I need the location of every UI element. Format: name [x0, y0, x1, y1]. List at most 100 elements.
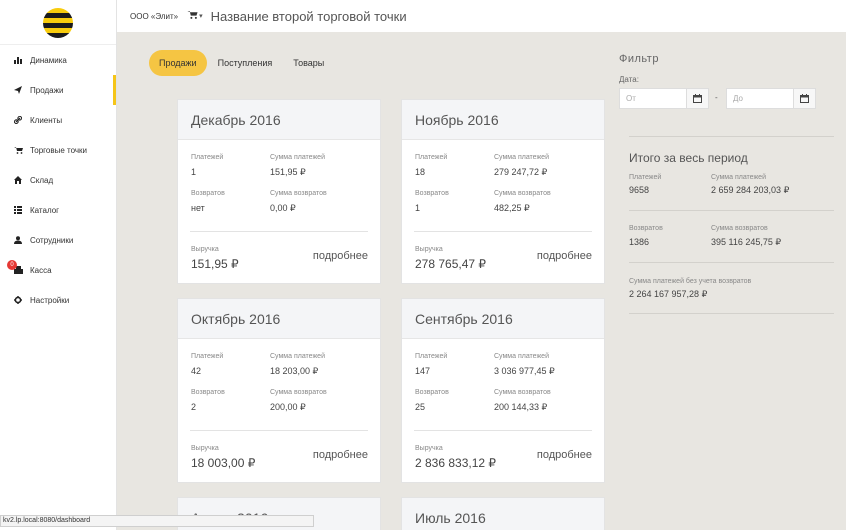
cart-icon	[13, 145, 23, 155]
tab-postupleniya[interactable]: Поступления	[208, 50, 283, 76]
card-title: Октябрь 2016	[178, 299, 380, 339]
tab-tovary[interactable]: Товары	[283, 50, 334, 76]
returns-label: Возвратов	[191, 389, 225, 396]
divider	[629, 262, 834, 263]
returns-label: Возвратов	[191, 190, 225, 197]
sidebar-item-label: Настройки	[30, 295, 70, 305]
tabs: Продажи Поступления Товары	[149, 50, 335, 76]
sidebar-item-label: Продажи	[30, 85, 64, 95]
sidebar-item-sklad[interactable]: Склад	[0, 165, 116, 195]
sidebar-item-kassa[interactable]: 0 Касса	[0, 255, 116, 285]
returns-label: Возвратов	[415, 190, 449, 197]
summary-returns-sum-value: 395 116 245,75 ₽	[711, 237, 782, 247]
divider	[190, 231, 368, 232]
sidebar-item-torgovye-tochki[interactable]: Торговые точки	[0, 135, 116, 165]
payments-label: Платежей	[191, 353, 224, 360]
sidebar-nav: Динамика Продажи Клиенты Торговые точки …	[0, 45, 116, 315]
summary-title: Итого за весь период	[629, 151, 748, 165]
payments-label: Платежей	[415, 353, 448, 360]
sidebar-item-nastroyki[interactable]: Настройки	[0, 285, 116, 315]
details-link[interactable]: подробнее	[537, 250, 592, 262]
card-title: Ноябрь 2016	[402, 100, 604, 140]
user-icon	[13, 235, 23, 245]
cart-icon[interactable]	[187, 10, 198, 22]
notification-badge: 0	[7, 260, 17, 270]
sidebar-item-label: Динамика	[30, 55, 67, 65]
date-from-placeholder: От	[626, 94, 636, 103]
date-to-field[interactable]: До	[726, 88, 816, 109]
payments-value: 42	[191, 366, 202, 376]
sum-value: 151,95 ₽	[270, 167, 306, 177]
company-name[interactable]: ООО «Элит»	[130, 12, 178, 21]
card-title: Сентябрь 2016	[402, 299, 604, 339]
returns-sum-value: 482,25 ₽	[494, 203, 530, 213]
filter-title: Фильтр	[619, 53, 659, 65]
returns-value: 1	[415, 203, 421, 213]
summary-sum-label: Сумма платежей	[711, 174, 766, 181]
details-link[interactable]: подробнее	[537, 449, 592, 461]
summary-net-value: 2 264 167 957,28 ₽	[629, 289, 708, 299]
returns-label: Возвратов	[415, 389, 449, 396]
returns-sum-label: Сумма возвратов	[270, 190, 327, 197]
details-link[interactable]: подробнее	[313, 250, 368, 262]
revenue-label: Выручка	[415, 246, 443, 253]
sidebar-item-katalog[interactable]: Каталог	[0, 195, 116, 225]
revenue-label: Выручка	[191, 246, 219, 253]
month-card: Ноябрь 2016 Платежей 18 Сумма платежей 2…	[401, 99, 605, 284]
sum-value: 18 203,00 ₽	[270, 366, 319, 376]
returns-sum-label: Сумма возвратов	[494, 190, 551, 197]
summary-returns-sum-label: Сумма возвратов	[711, 225, 768, 232]
send-icon	[13, 85, 23, 95]
returns-value: 25	[415, 402, 426, 412]
beeline-logo[interactable]	[43, 8, 73, 38]
revenue-value: 2 836 833,12 ₽	[415, 456, 497, 470]
sidebar-item-label: Склад	[30, 175, 54, 185]
revenue-label: Выручка	[415, 445, 443, 452]
calendar-icon[interactable]	[793, 89, 815, 108]
sum-value: 3 036 977,45 ₽	[494, 366, 555, 376]
sidebar-item-label: Сотрудники	[30, 235, 74, 245]
chevron-down-icon[interactable]: ▾	[199, 12, 203, 20]
returns-sum-label: Сумма возвратов	[494, 389, 551, 396]
returns-value: нет	[191, 203, 205, 213]
sidebar-item-label: Торговые точки	[30, 145, 88, 155]
tab-prodazhi[interactable]: Продажи	[149, 50, 207, 76]
returns-sum-value: 200 144,33 ₽	[494, 402, 548, 412]
payments-label: Платежей	[191, 154, 224, 161]
revenue-label: Выручка	[191, 445, 219, 452]
sidebar-item-prodazhi[interactable]: Продажи	[0, 75, 116, 105]
revenue-value: 151,95 ₽	[191, 257, 239, 271]
month-card: Декабрь 2016 Платежей 1 Сумма платежей 1…	[177, 99, 381, 284]
status-url: kv2.lp.local:8080/dashboard	[0, 515, 314, 527]
divider	[414, 231, 592, 232]
details-link[interactable]: подробнее	[313, 449, 368, 461]
month-card: Июль 2016	[401, 497, 605, 530]
divider	[190, 430, 368, 431]
payments-value: 1	[191, 167, 197, 177]
payments-value: 147	[415, 366, 431, 376]
store-title: Название второй торговой точки	[210, 8, 407, 24]
divider	[629, 210, 834, 211]
sidebar-item-label: Касса	[30, 265, 52, 275]
payments-value: 18	[415, 167, 426, 177]
returns-sum-label: Сумма возвратов	[270, 389, 327, 396]
top-header: ООО «Элит» ▾ Название второй торговой то…	[117, 0, 846, 32]
summary-returns-value: 1386	[629, 237, 650, 247]
revenue-value: 18 003,00 ₽	[191, 456, 256, 470]
returns-sum-value: 200,00 ₽	[270, 402, 306, 412]
returns-value: 2	[191, 402, 197, 412]
divider	[629, 313, 834, 314]
summary-sum-value: 2 659 284 203,03 ₽	[711, 185, 790, 195]
calendar-icon[interactable]	[686, 89, 708, 108]
gear-icon	[13, 295, 23, 305]
sidebar-item-sotrudniki[interactable]: Сотрудники	[0, 225, 116, 255]
sum-label: Сумма платежей	[270, 353, 325, 360]
sidebar: Динамика Продажи Клиенты Торговые точки …	[0, 0, 117, 530]
sum-label: Сумма платежей	[494, 353, 549, 360]
month-card: Октябрь 2016 Платежей 42 Сумма платежей …	[177, 298, 381, 483]
sum-label: Сумма платежей	[494, 154, 549, 161]
date-from-field[interactable]: От	[619, 88, 709, 109]
sidebar-item-klienty[interactable]: Клиенты	[0, 105, 116, 135]
sidebar-item-dinamika[interactable]: Динамика	[0, 45, 116, 75]
divider	[629, 136, 834, 137]
